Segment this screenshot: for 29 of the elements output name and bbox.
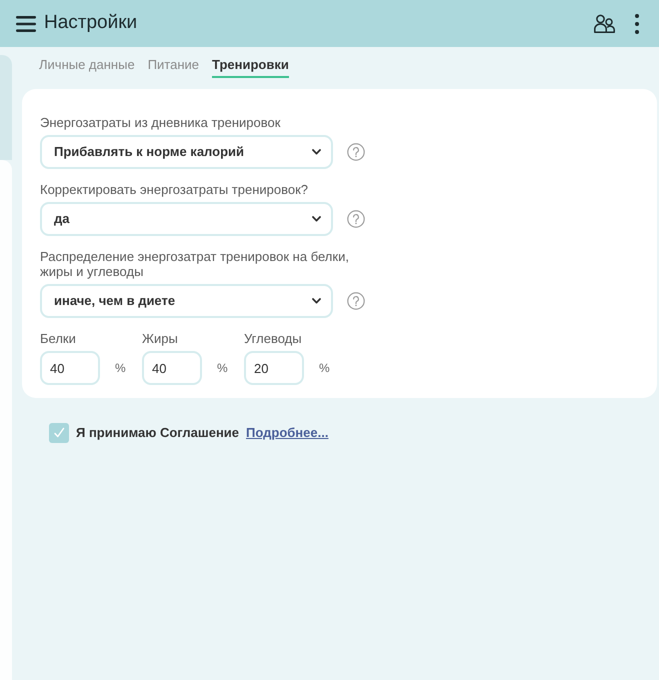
help-icon[interactable]: [347, 292, 365, 310]
percent-input[interactable]: 40: [142, 351, 202, 385]
field-label: Корректировать энергозатраты тренировок?: [40, 182, 310, 197]
chevron-down-icon: [312, 298, 321, 304]
chevron-down-icon: [312, 216, 321, 222]
unit-label: %: [115, 360, 126, 377]
people-icon[interactable]: [594, 14, 615, 33]
more-options-icon[interactable]: [635, 14, 639, 34]
field-label: Распределение энергозатрат тренировок на белки, жиры и углеводы: [40, 249, 350, 279]
dropdown[interactable]: иначе, чем в диете: [40, 284, 333, 318]
dropdown[interactable]: Прибавлять к норме калорий: [40, 135, 333, 169]
help-icon[interactable]: [347, 143, 365, 161]
unit-label: %: [217, 360, 228, 377]
chevron-down-icon: [312, 149, 321, 155]
percent-input[interactable]: 20: [244, 351, 304, 385]
field-label: Углеводы: [244, 331, 303, 346]
field-label: Жиры: [142, 331, 179, 346]
unit-label: %: [319, 360, 330, 377]
field-label: Белки: [40, 331, 77, 346]
tab[interactable]: Тренировки: [212, 57, 289, 78]
details-link[interactable]: Подробнее...: [246, 423, 328, 443]
percent-input[interactable]: 40: [40, 351, 100, 385]
checkbox[interactable]: [49, 423, 69, 443]
help-icon[interactable]: [347, 210, 365, 228]
menu-icon[interactable]: [16, 16, 36, 32]
page-title: Настройки: [44, 11, 138, 36]
field-label: Энергозатраты из дневника тренировок: [40, 115, 282, 130]
dropdown[interactable]: да: [40, 202, 333, 236]
agreement-text: Я принимаю Соглашение: [76, 424, 240, 442]
